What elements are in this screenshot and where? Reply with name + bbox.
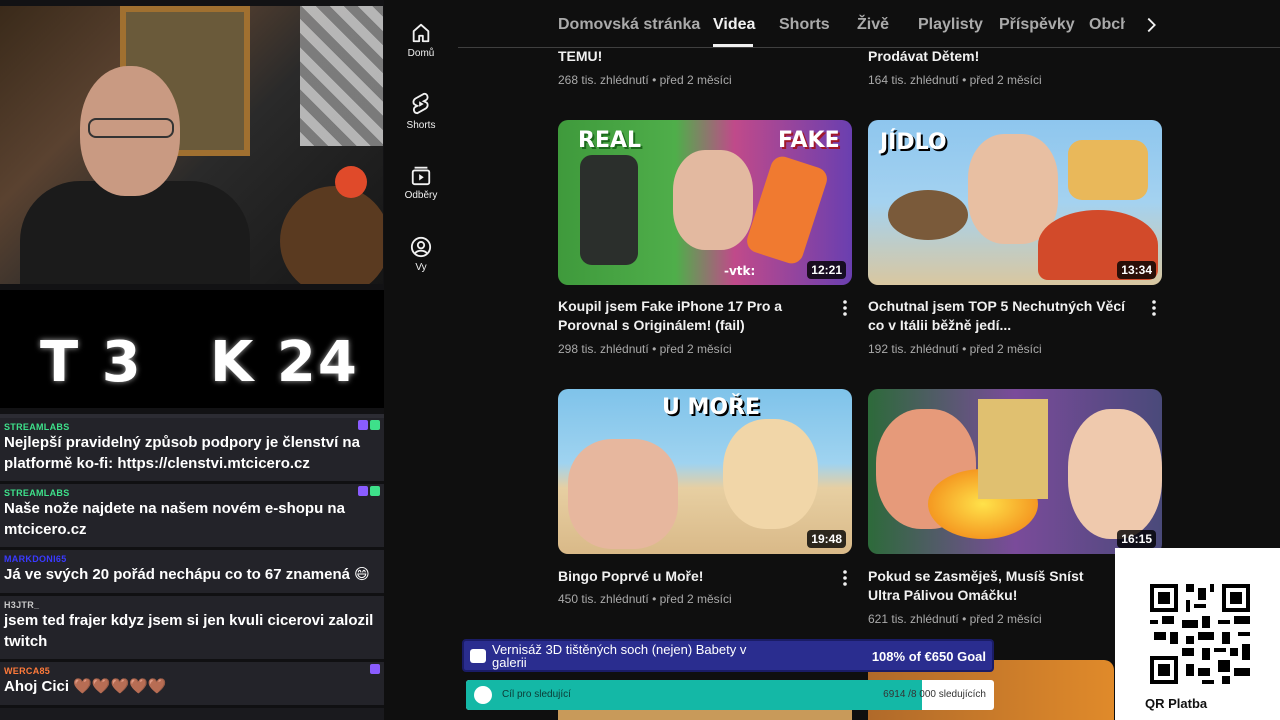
stream-screen: T 3 K 24 STREAMLABS Nejlepší pravidelný … xyxy=(0,0,1280,720)
video-title[interactable]: Bingo Poprvé u Moře! xyxy=(558,567,830,586)
chevron-right-icon[interactable] xyxy=(1140,14,1162,36)
donation-goal-bar: Vernisáž 3D tištěných soch (nejen) Babet… xyxy=(462,639,994,672)
qr-payment-label: QR Platba xyxy=(1145,696,1208,711)
video-meta: 164 tis. zhlédnutí • před 2 měsíci xyxy=(868,73,1042,87)
video-duration: 16:15 xyxy=(1117,530,1156,548)
heart-icon xyxy=(474,686,492,704)
video-title[interactable]: Koupil jsem Fake iPhone 17 Pro a Porovna… xyxy=(558,297,830,335)
tab-live[interactable]: Živě xyxy=(857,16,889,34)
chat-username: STREAMLABS xyxy=(4,488,70,498)
phone-image xyxy=(743,153,831,267)
phone-image xyxy=(580,155,638,265)
video-thumbnail[interactable]: REAL FAKE -vtk: 12:21 xyxy=(558,120,852,285)
stream-overlay-column: T 3 K 24 STREAMLABS Nejlepší pravidelný … xyxy=(0,0,384,720)
video-duration: 12:21 xyxy=(807,261,846,279)
sidebar-item-label: Vy xyxy=(415,262,427,273)
more-options-icon[interactable] xyxy=(838,569,852,587)
chat-panel: STREAMLABS Nejlepší pravidelný způsob po… xyxy=(0,414,384,720)
sidebar-item-subscriptions[interactable]: Odběry xyxy=(384,164,458,201)
chat-text: Ahoj Cici 🤎🤎🤎🤎🤎 xyxy=(4,678,167,695)
video-meta: 268 tis. zhlédnutí • před 2 měsíci xyxy=(558,73,732,87)
food-image xyxy=(1068,140,1148,200)
acoustic-foam xyxy=(300,6,383,146)
video-meta: 298 tis. zhlédnutí • před 2 měsíci xyxy=(558,342,732,356)
follower-goal-label: Cíl pro sledující xyxy=(502,689,571,700)
tab-shorts[interactable]: Shorts xyxy=(779,16,830,34)
chat-badges xyxy=(358,486,380,496)
video-meta: 192 tis. zhlédnutí • před 2 měsíci xyxy=(868,342,1042,356)
person-image xyxy=(568,439,678,549)
chat-message: MARKDONI65 Já ve svých 20 pořád nechápu … xyxy=(0,550,384,596)
chat-message: H3JTR_ jsem ted frajer kdyz jsem si jen … xyxy=(0,596,384,662)
red-ball xyxy=(335,166,367,198)
subscriptions-icon xyxy=(411,166,431,186)
video-duration: 13:34 xyxy=(1117,261,1156,279)
video-duration: 19:48 xyxy=(807,530,846,548)
sidebar-item-home[interactable]: Domů xyxy=(384,22,458,59)
sidebar-item-label: Domů xyxy=(407,48,435,59)
thumb-label: JÍDLO xyxy=(880,130,947,155)
home-icon xyxy=(412,23,430,43)
chat-text: Já ve svých 20 pořád nechápu co to 67 zn… xyxy=(4,566,370,583)
thumb-label: REAL xyxy=(578,128,642,153)
video-title[interactable]: TEMU! xyxy=(558,47,828,66)
chat-message: STREAMLABS Nejlepší pravidelný způsob po… xyxy=(0,418,384,484)
chat-username: H3JTR_ xyxy=(4,600,40,610)
chat-username: MARKDONI65 xyxy=(4,554,67,564)
video-meta: 621 tis. zhlédnutí • před 2 měsíci xyxy=(868,612,1042,626)
sidebar-item-label: Shorts xyxy=(406,120,436,131)
streamer-body xyxy=(20,181,250,284)
chat-username: WERCA85 xyxy=(4,666,51,676)
sidebar-item-you[interactable]: Vy xyxy=(384,236,458,273)
person-image xyxy=(673,150,753,250)
video-meta: 450 tis. zhlédnutí • před 2 měsíci xyxy=(558,592,732,606)
shorts-icon xyxy=(412,92,429,115)
score-t: T 3 xyxy=(40,330,143,395)
tab-home[interactable]: Domovská stránka xyxy=(558,16,700,34)
kofi-cup-icon xyxy=(470,649,486,663)
tab-playlists[interactable]: Playlisty xyxy=(918,16,983,34)
food-image xyxy=(888,190,968,240)
chat-text: Naše nože najdete na našem novém e-shopu… xyxy=(4,500,345,538)
video-title[interactable]: Prodávat Dětem! xyxy=(868,47,1138,66)
sauce-bottle-image xyxy=(978,399,1048,499)
chat-message: WERCA85 Ahoj Cici 🤎🤎🤎🤎🤎 xyxy=(0,662,384,708)
chat-badges xyxy=(370,664,380,674)
score-k: K 24 xyxy=(210,330,359,395)
account-icon xyxy=(410,236,432,258)
video-title[interactable]: Pokud se Zasměješ, Musíš Sníst Ultra Pál… xyxy=(868,567,1108,605)
donation-goal: 108% of €650 Goal xyxy=(871,649,986,664)
streamer-glasses xyxy=(88,118,174,138)
dog-image xyxy=(723,419,818,529)
thumb-label: U MOŘE xyxy=(662,395,761,420)
thumb-label: FAKE xyxy=(778,128,840,153)
follower-goal-count: 6914 /8 000 sledujících xyxy=(883,689,986,700)
video-thumbnail[interactable]: JÍDLO 13:34 xyxy=(868,120,1162,285)
chat-message: STREAMLABS Naše nože najdete na našem no… xyxy=(0,484,384,550)
qr-code-icon xyxy=(1150,584,1250,684)
plush-toy xyxy=(280,186,383,284)
video-title[interactable]: Ochutnal jsem TOP 5 Nechutných Věcí co v… xyxy=(868,297,1140,335)
sidebar-item-shorts[interactable]: Shorts xyxy=(384,92,458,131)
tab-videos[interactable]: Videa xyxy=(713,16,755,34)
person-image xyxy=(1068,409,1162,539)
video-thumbnail[interactable]: U MOŘE 19:48 xyxy=(558,389,852,554)
more-options-icon[interactable] xyxy=(1147,299,1161,317)
chat-text: Nejlepší pravidelný způsob podpory je čl… xyxy=(4,434,360,472)
chat-username: STREAMLABS xyxy=(4,422,70,432)
sidebar-item-label: Odběry xyxy=(404,190,438,201)
webcam-feed xyxy=(0,6,383,284)
follower-goal-bar: Cíl pro sledující 6914 /8 000 sledujícíc… xyxy=(466,680,994,710)
tab-store[interactable]: Obch xyxy=(1089,16,1125,34)
tab-posts[interactable]: Příspěvky xyxy=(999,16,1075,34)
thumb-label: -vtk: xyxy=(724,264,756,278)
donation-text: Vernisáž 3D tištěných soch (nejen) Babet… xyxy=(492,642,747,670)
more-options-icon[interactable] xyxy=(838,299,852,317)
video-thumbnail[interactable]: 16:15 xyxy=(868,389,1162,554)
chat-text: jsem ted frajer kdyz jsem si jen kvuli c… xyxy=(4,612,374,650)
chat-badges xyxy=(358,420,380,430)
youtube-sidebar: Domů Shorts Odběry Vy xyxy=(384,0,458,720)
